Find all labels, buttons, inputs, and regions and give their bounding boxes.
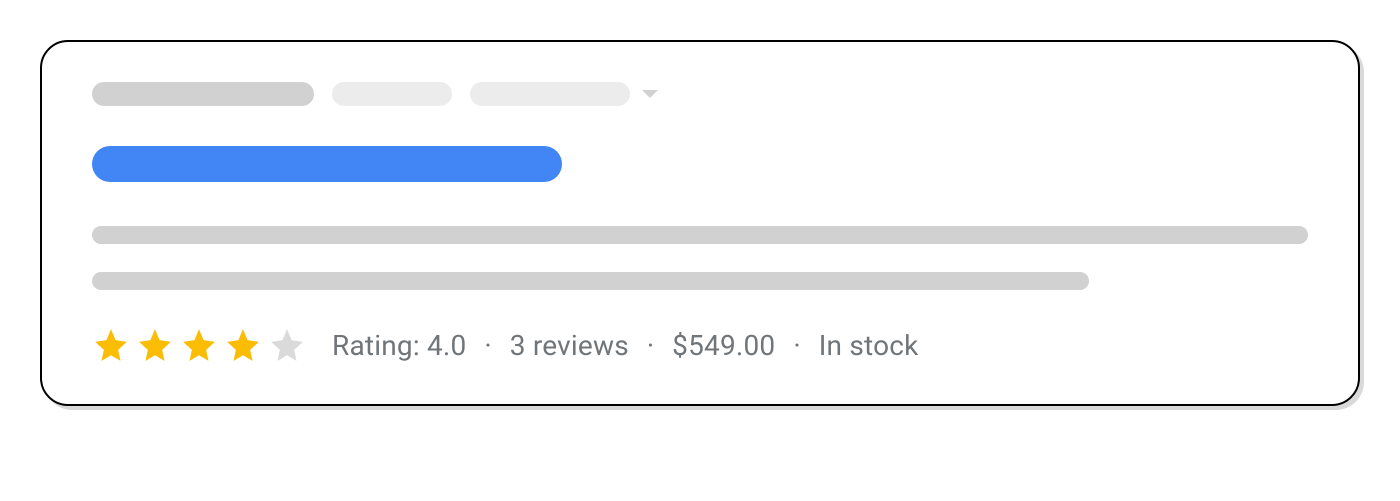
- reviews-count[interactable]: 3 reviews: [510, 329, 629, 362]
- breadcrumb-placeholder: [470, 82, 630, 106]
- rating-label: Rating: 4.0: [332, 329, 466, 362]
- rating-row: Rating: 4.0 · 3 reviews · $549.00 · In s…: [92, 326, 1308, 364]
- star-icon: [224, 326, 262, 364]
- separator-dot: ·: [484, 329, 491, 362]
- star-icon: [92, 326, 130, 364]
- price-label: $549.00: [672, 329, 775, 362]
- breadcrumb-placeholder: [332, 82, 452, 106]
- star-icon: [268, 326, 306, 364]
- chevron-down-icon: [642, 90, 658, 98]
- separator-dot: ·: [647, 329, 654, 362]
- separator-dot: ·: [793, 329, 800, 362]
- star-icon: [136, 326, 174, 364]
- star-rating: [92, 326, 306, 364]
- breadcrumb-placeholder: [92, 82, 314, 106]
- stock-status: In stock: [819, 329, 919, 362]
- breadcrumb-row: [92, 82, 1308, 106]
- description-line-placeholder: [92, 272, 1089, 290]
- description-line-placeholder: [92, 226, 1308, 244]
- result-title-placeholder[interactable]: [92, 146, 562, 182]
- search-result-card: Rating: 4.0 · 3 reviews · $549.00 · In s…: [40, 40, 1360, 406]
- star-icon: [180, 326, 218, 364]
